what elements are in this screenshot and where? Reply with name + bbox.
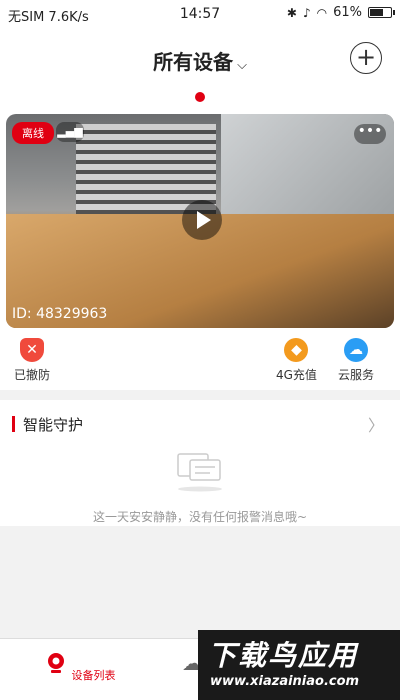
sim-recharge-icon: ◆ — [284, 338, 309, 362]
play-icon[interactable] — [182, 200, 222, 240]
empty-message-text: 这一天安安静静，没有任何报警消息哦~ — [92, 510, 308, 524]
shield-x-icon: ✕ — [20, 338, 44, 362]
page-title: 所有设备 — [153, 50, 234, 74]
status-icons: ✱ ♪ ◠ 61% — [286, 5, 395, 20]
device-card: 离线 ▂▄▆ ••• ID: 48329963 ✕ 已撤防 ◆ 4G充值 ☁ 云… — [0, 86, 400, 390]
disarm-label: 已撤防 — [14, 368, 51, 382]
mute-bell-icon: ♪ — [302, 5, 311, 20]
battery-icon — [368, 7, 395, 18]
wifi-icon: ◠ — [316, 5, 328, 20]
device-actions: ✕ 已撤防 ◆ 4G充值 ☁ 云服务 — [0, 334, 400, 390]
recharge-label: 4G充值 — [276, 368, 317, 382]
offline-badge: 离线 — [12, 122, 54, 144]
add-device-button[interactable]: + — [350, 42, 382, 74]
more-options-button[interactable]: ••• — [354, 124, 386, 144]
top-header: 所有设备 ⌵ + — [0, 28, 400, 86]
cloud-label: 云服务 — [338, 368, 375, 382]
recharge-4g-button[interactable]: ◆ 4G充值 — [276, 338, 317, 383]
section-title: 智能守护 — [12, 414, 83, 435]
watermark-title: 下载鸟应用 — [208, 639, 359, 672]
cloud-icon: ☁ — [344, 338, 368, 362]
plus-icon: + — [355, 43, 377, 71]
watermark-url: www.xiazainiao.com — [210, 674, 360, 689]
tab-device-list[interactable]: 设备列表 — [44, 651, 116, 683]
chevron-down-icon: ⌵ — [237, 58, 247, 73]
tab-label: 设备列表 — [71, 669, 116, 682]
site-watermark: 下载鸟应用 www.xiazainiao.com — [198, 630, 400, 700]
device-group-selector[interactable]: 所有设备 ⌵ — [0, 46, 400, 75]
device-id: ID: 48329963 — [12, 306, 108, 322]
smart-guard-section[interactable]: 智能守护 〉 这一天安安静静，没有任何报警消息哦~ — [0, 400, 400, 526]
disarm-button[interactable]: ✕ 已撤防 — [14, 338, 50, 383]
chevron-right-icon: 〉 — [367, 416, 384, 435]
bluetooth-icon: ✱ — [286, 5, 297, 20]
cloud-service-button[interactable]: ☁ 云服务 — [338, 338, 374, 383]
signal-icon: ▂▄▆ — [56, 122, 84, 142]
empty-messages-icon — [177, 453, 222, 492]
camera-preview[interactable]: 离线 ▂▄▆ ••• ID: 48329963 — [6, 114, 394, 328]
status-bar: 无SIM 7.6K/s 14:57 ✱ ♪ ◠ 61% — [0, 0, 400, 28]
page-indicator-dot — [195, 92, 205, 102]
battery-percent: 61% — [333, 5, 362, 20]
camera-icon — [48, 653, 64, 673]
